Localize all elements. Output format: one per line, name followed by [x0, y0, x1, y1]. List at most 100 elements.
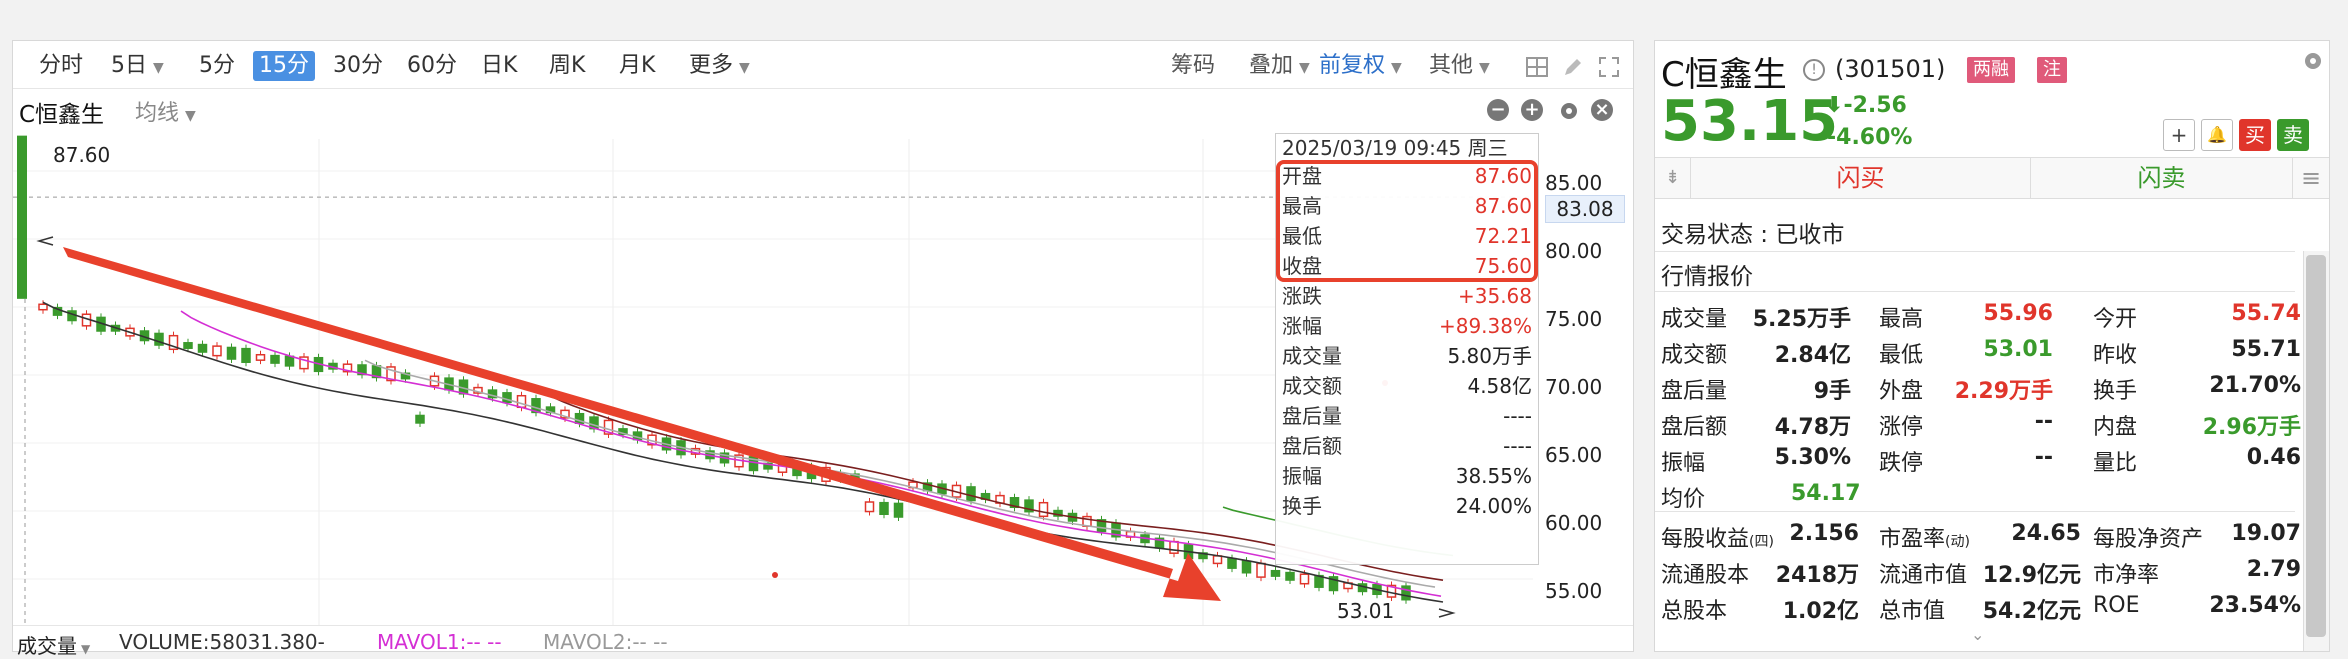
zoom-out-icon[interactable]: −	[1487, 99, 1509, 121]
quote-value: 2.29万手	[1954, 379, 2053, 404]
period-tab-day[interactable]: 日K	[475, 51, 523, 81]
candle	[1241, 560, 1252, 574]
financial-label: 每股收益(四)	[1661, 527, 1774, 552]
quote-section-title: 行情报价	[1661, 264, 1753, 290]
period-tab-month[interactable]: 月K	[613, 51, 661, 81]
chevron-down-icon: ▼	[185, 108, 196, 124]
flash-buy-button[interactable]: 闪买	[1691, 158, 2031, 198]
financial-value: 2.156	[1789, 521, 1859, 546]
pen-draw-icon[interactable]	[1561, 55, 1585, 79]
period-tab-5day[interactable]: 5日 ▼	[105, 51, 170, 81]
candle	[1285, 571, 1295, 581]
financial-value: 2.79	[2246, 557, 2301, 582]
candle	[1270, 569, 1281, 577]
candle	[966, 486, 976, 502]
moving-average-line	[180, 310, 1442, 597]
y-axis-label: 70.00	[1545, 375, 1603, 399]
candle	[38, 303, 48, 311]
settings-gear-icon[interactable]	[2301, 49, 2325, 73]
candle	[893, 502, 904, 518]
quote-value: 54.17	[1791, 481, 1861, 506]
quote-row: 盘后量 9手 外盘 2.29万手 换手 21.70%	[1661, 369, 2301, 404]
scrollbar[interactable]	[2303, 251, 2329, 651]
quote-value: 2.96万手	[2202, 415, 2301, 440]
overlay-button[interactable]: 叠加 ▼	[1243, 51, 1316, 81]
high-marker-label: 87.60	[53, 143, 111, 167]
quote-value: --	[2034, 409, 2053, 434]
layout-grid-icon[interactable]	[1525, 55, 1549, 79]
quote-label: 最高	[1879, 307, 1924, 332]
financial-row: 流通股本 2418万 流通市值 12.9亿元 市净率 2.79	[1661, 553, 2301, 588]
quote-value: --	[2034, 445, 2053, 470]
financial-value: 12.9亿元	[1982, 563, 2081, 588]
y-axis-label: 75.00	[1545, 307, 1603, 331]
quote-label: 成交量	[1661, 307, 1728, 332]
kline-panel: 分时 5日 ▼ 5分 15分 30分 60分 日K 周K 月K 更多 ▼ 筹码 叠加…	[12, 40, 1634, 658]
chevron-down-icon: ▼	[1479, 60, 1490, 76]
candle	[255, 353, 266, 361]
add-watchlist-icon[interactable]: +	[2163, 119, 2195, 151]
quote-label: 量比	[2093, 451, 2138, 476]
candle	[1212, 555, 1223, 565]
period-tab-15min[interactable]: 15分	[253, 51, 315, 81]
double-chevron-icon[interactable]: ⇟	[1655, 158, 1691, 198]
marker-dot	[772, 572, 778, 578]
period-tab-fenshi[interactable]: 分时	[33, 51, 89, 81]
price-change-pct: -4.60%	[1827, 125, 1913, 150]
bell-alert-icon[interactable]: 🔔	[2201, 119, 2233, 151]
quote-value: 53.01	[1983, 337, 2053, 362]
margin-badge: 两融	[1967, 57, 2015, 83]
info-icon[interactable]: !	[1803, 59, 1825, 81]
candle	[270, 354, 280, 364]
financial-label: 总股本	[1661, 599, 1728, 624]
kline-tooltip: 2025/03/19 09:45 周三 开盘 87.60 最高 87.60 最低 72…	[1275, 133, 1539, 565]
quote-row: 成交量 5.25万手 最高 55.96 今开 55.74	[1661, 297, 2301, 332]
highlight-box	[1276, 160, 1538, 282]
quote-label: 昨收	[2093, 343, 2138, 368]
period-tab-5min[interactable]: 5分	[193, 51, 241, 81]
financial-row: 总股本 1.02亿 总市值 54.2亿元 ROE 23.54%	[1661, 589, 2301, 624]
quote-label: 涨停	[1879, 415, 1924, 440]
quote-value: 21.70%	[2209, 373, 2301, 398]
period-toolbar: 分时 5日 ▼ 5分 15分 30分 60分 日K 周K 月K 更多 ▼ 筹码 叠加…	[13, 41, 1633, 89]
adjust-dropdown[interactable]: 前复权 ▼	[1313, 51, 1408, 81]
volume-dropdown[interactable]: 成交量 ▼	[17, 630, 90, 659]
sell-button[interactable]: 卖	[2277, 119, 2309, 151]
chevron-down-icon: ▼	[81, 642, 91, 656]
quote-label: 内盘	[2093, 415, 2138, 440]
settings-gear-icon[interactable]	[1557, 99, 1581, 123]
candle	[17, 135, 27, 299]
chevron-down-icon: ▼	[739, 60, 750, 76]
other-dropdown[interactable]: 其他 ▼	[1423, 51, 1496, 81]
quote-label: 换手	[2093, 379, 2138, 404]
flash-sell-button[interactable]: 闪卖	[2031, 158, 2293, 198]
candle	[284, 355, 295, 367]
indicator-dropdown[interactable]: 均线 ▼	[135, 95, 196, 127]
volume-value: VOLUME:58031.380-	[119, 630, 325, 654]
period-tab-60min[interactable]: 60分	[401, 51, 463, 81]
fullscreen-icon[interactable]	[1597, 55, 1621, 79]
quote-value: 0.46	[2246, 445, 2301, 470]
financial-label: 市盈率(动)	[1879, 527, 1970, 552]
candle	[1227, 557, 1237, 569]
quote-row: 均价 54.17	[1661, 477, 2301, 512]
period-tab-more[interactable]: 更多 ▼	[683, 51, 756, 81]
candle	[516, 394, 527, 409]
chevron-down-icon[interactable]: ⌄	[1971, 625, 1984, 644]
zoom-in-icon[interactable]: +	[1521, 99, 1543, 121]
tooltip-date: 2025/03/19 09:45 周三	[1282, 136, 1508, 160]
chips-button[interactable]: 筹码	[1165, 51, 1221, 81]
buy-button[interactable]: 买	[2239, 119, 2271, 151]
scrollbar-thumb[interactable]	[2306, 255, 2326, 637]
close-icon[interactable]: ×	[1591, 99, 1613, 121]
low-marker-arrow	[1438, 608, 1456, 618]
quote-row: 盘后额 4.78万 涨停 -- 内盘 2.96万手	[1661, 405, 2301, 440]
low-marker-label: 53.01	[1337, 599, 1395, 623]
period-tab-30min[interactable]: 30分	[327, 51, 389, 81]
menu-icon[interactable]: ≡	[2293, 158, 2329, 198]
mavol1-value: MAVOL1:-- --	[377, 630, 502, 654]
candle	[1256, 562, 1266, 578]
quote-label: 成交额	[1661, 343, 1728, 368]
period-tab-week[interactable]: 周K	[543, 51, 591, 81]
candle	[879, 501, 889, 515]
